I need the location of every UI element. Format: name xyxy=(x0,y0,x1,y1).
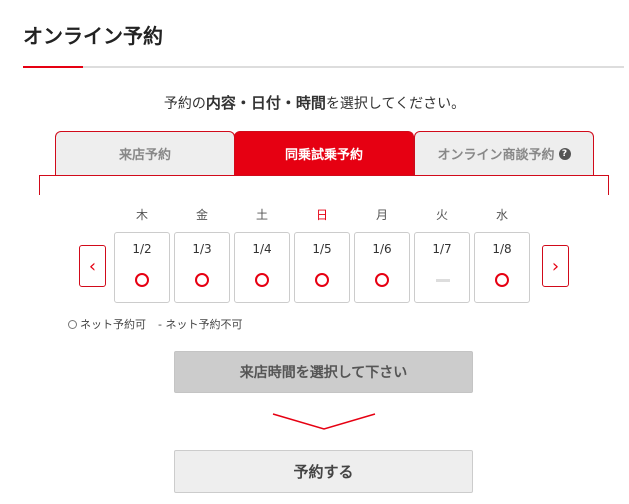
reserve-label: 予約する xyxy=(293,463,354,481)
instruction-suffix: を選択してください。 xyxy=(325,96,466,112)
date-label: 1/5 xyxy=(312,242,332,256)
title-divider xyxy=(23,66,624,68)
available-circle-icon xyxy=(315,273,329,287)
date-cell[interactable]: 1/5 xyxy=(294,232,350,303)
available-circle-icon xyxy=(255,273,269,287)
panel-border-right xyxy=(608,175,609,195)
page-title: オンライン予約 xyxy=(23,24,163,48)
date-label: 1/2 xyxy=(132,242,152,256)
tab-test-drive[interactable]: 同乗試乗予約 xyxy=(234,131,414,175)
select-time-label: 来店時間を選択して下さい xyxy=(239,365,408,381)
date-label: 1/6 xyxy=(372,242,392,256)
chevron-left-icon: ‹ xyxy=(88,255,97,277)
day-of-week: 月 xyxy=(375,208,388,222)
date-label: 1/3 xyxy=(192,242,212,256)
date-cell[interactable]: 1/8 xyxy=(474,232,530,303)
tab-online-consultation[interactable]: オンライン商談予約? xyxy=(414,131,594,175)
instruction-prefix: 予約の xyxy=(163,96,206,112)
day-of-week: 水 xyxy=(495,208,508,222)
available-legend-icon xyxy=(68,320,77,329)
unavailable-dash-icon xyxy=(436,279,450,282)
instruction-text: 予約の内容・日付・時間を選択してください。 xyxy=(0,92,629,113)
legend-available: ネット予約可 xyxy=(80,318,146,331)
day-of-week: 金 xyxy=(195,208,208,222)
select-time-button[interactable]: 来店時間を選択して下さい xyxy=(174,351,473,393)
tab-store-visit[interactable]: 来店予約 xyxy=(55,131,235,175)
day-of-week: 木 xyxy=(135,208,148,222)
tab-label: 同乗試乗予約 xyxy=(284,148,363,163)
tab-label: 来店予約 xyxy=(118,148,171,163)
help-icon[interactable]: ? xyxy=(558,147,571,160)
tab-label: オンライン商談予約 xyxy=(437,148,555,163)
date-cell[interactable]: 1/4 xyxy=(234,232,290,303)
day-of-week: 火 xyxy=(435,208,448,222)
reserve-button[interactable]: 予約する xyxy=(174,450,473,493)
available-circle-icon xyxy=(495,273,509,287)
chevron-right-icon: › xyxy=(551,255,560,277)
instruction-emphasis: 内容・日付・時間 xyxy=(205,94,326,112)
day-of-week: 日 xyxy=(315,208,328,222)
title-accent-line xyxy=(23,66,83,68)
day-of-week: 土 xyxy=(255,208,268,222)
panel-border-left xyxy=(39,175,40,195)
date-cell[interactable]: 1/6 xyxy=(354,232,410,303)
available-circle-icon xyxy=(375,273,389,287)
date-label: 1/4 xyxy=(252,242,272,256)
available-circle-icon xyxy=(195,273,209,287)
panel-border-top xyxy=(39,175,609,176)
available-circle-icon xyxy=(135,273,149,287)
availability-legend: ネット予約可 - ネット予約不可 xyxy=(68,316,242,332)
date-cell[interactable]: 1/3 xyxy=(174,232,230,303)
date-cell[interactable]: 1/7 xyxy=(414,232,470,303)
date-cell[interactable]: 1/2 xyxy=(114,232,170,303)
chevron-down-icon xyxy=(272,413,376,430)
date-label: 1/8 xyxy=(492,242,512,256)
legend-unavailable: - ネット予約不可 xyxy=(158,318,243,331)
date-label: 1/7 xyxy=(432,242,452,256)
next-week-button[interactable]: › xyxy=(542,245,569,287)
prev-week-button[interactable]: ‹ xyxy=(79,245,106,287)
